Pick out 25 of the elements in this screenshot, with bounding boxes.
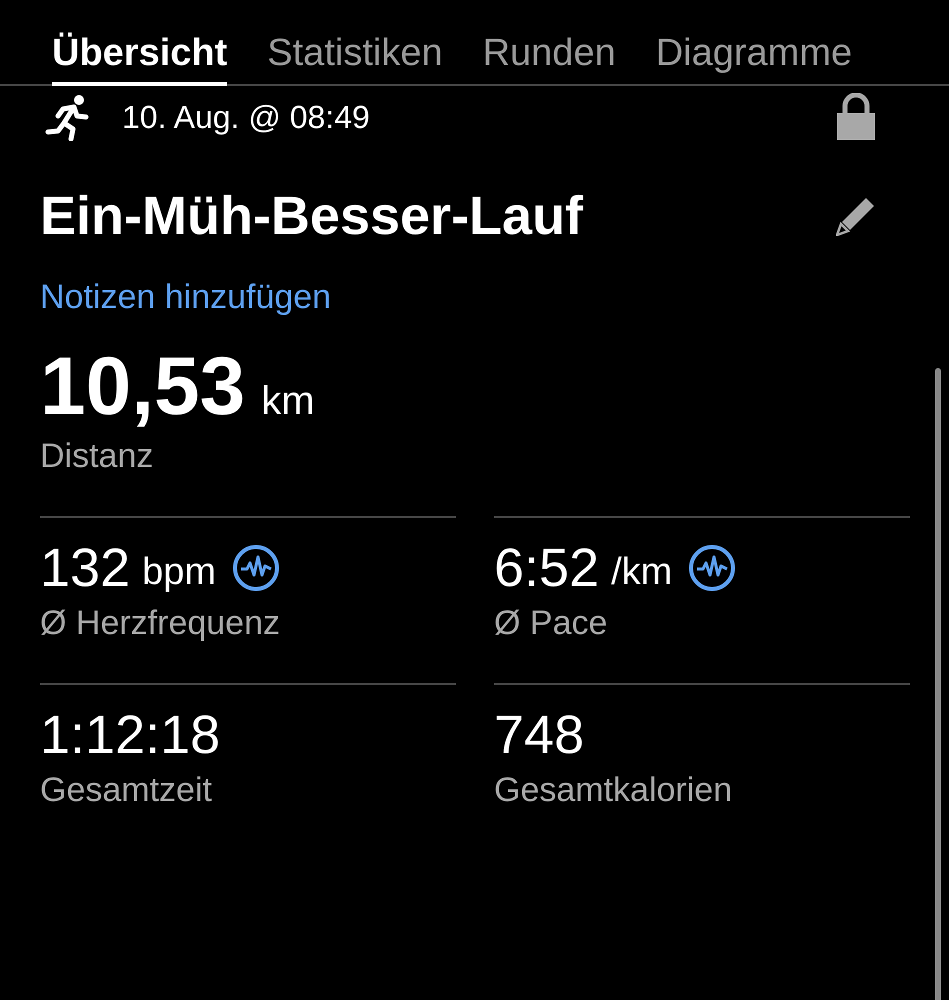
stat-label: Gesamtzeit — [40, 771, 212, 810]
stat-unit: /km — [611, 550, 672, 594]
stat-value: 1:12:18 — [40, 704, 220, 766]
stat-label: Ø Herzfrequenz — [40, 604, 280, 643]
stat-unit: bpm — [142, 550, 216, 594]
pulse-icon[interactable] — [232, 544, 280, 592]
tab[interactable]: Runden — [482, 32, 616, 86]
tab[interactable]: Übersicht — [52, 32, 228, 86]
distance-value: 10,53 — [40, 340, 246, 434]
scrollbar[interactable] — [935, 368, 941, 1000]
stat-value: 132 — [40, 537, 130, 599]
distance-unit: km — [261, 379, 315, 424]
pulse-icon[interactable] — [688, 544, 736, 592]
stat-value: 748 — [494, 704, 584, 766]
tab[interactable]: Statistiken — [267, 32, 443, 86]
activity-title: Ein-Müh-Besser-Lauf — [40, 185, 584, 247]
distance-label: Distanz — [40, 437, 154, 476]
add-notes-link[interactable]: Notizen hinzufügen — [40, 278, 332, 317]
activity-date: 10. Aug. @ 08:49 — [122, 98, 370, 136]
stat-label: Ø Pace — [494, 604, 608, 643]
stat-label: Gesamtkalorien — [494, 771, 732, 810]
tab[interactable]: Diagramme — [656, 32, 852, 86]
lock-icon[interactable] — [836, 93, 876, 141]
pencil-icon[interactable] — [836, 196, 876, 236]
stat-value: 6:52 — [494, 537, 600, 599]
